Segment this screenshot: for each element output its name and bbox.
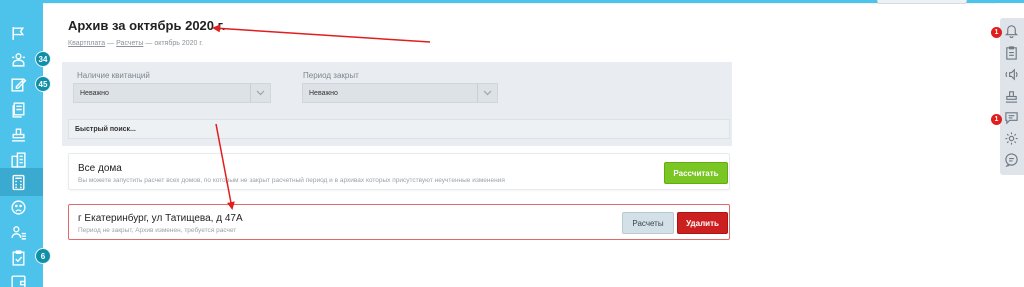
clipboard-check-icon[interactable] [10, 249, 27, 266]
top-user-button[interactable] [877, 0, 967, 4]
quick-search-input[interactable]: Быстрый поиск... [68, 119, 730, 139]
sidebar: 34 45 6 [0, 0, 51, 287]
receipts-filter-value: Неважно [80, 89, 109, 97]
breadcrumb-separator: — [145, 40, 153, 47]
clipboard-icon[interactable] [1004, 45, 1019, 60]
chevron-down-icon [477, 84, 497, 102]
sad-face-icon[interactable] [10, 199, 27, 216]
all-houses-title: Все дома [78, 163, 122, 174]
annotation-arrow-title [212, 24, 431, 43]
page-title: Архив за октябрь 2020 г. [68, 18, 226, 33]
calculate-all-button[interactable]: Рассчитать [664, 162, 728, 184]
wallet-icon[interactable] [10, 273, 27, 287]
users-list-icon[interactable] [10, 224, 27, 241]
notifications-badge: 1 [991, 27, 1002, 38]
header-divider [43, 3, 996, 4]
gear-icon[interactable] [1004, 131, 1019, 146]
house-status: Период не закрыт, Архив изменен, требует… [78, 227, 237, 234]
house-delete-button[interactable]: Удалить [677, 212, 728, 234]
sidebar-badge-groups: 34 [35, 51, 51, 67]
bell-icon[interactable] [1004, 23, 1019, 39]
edit-note-icon[interactable] [10, 76, 27, 93]
documents-icon[interactable] [10, 101, 27, 118]
buildings-icon[interactable] [10, 151, 27, 168]
receipts-filter-label: Наличие квитанций [77, 71, 150, 80]
breadcrumb-current: октябрь 2020 г. [154, 40, 203, 47]
sidebar-badge-edit: 45 [35, 76, 51, 92]
stamp-icon[interactable] [1004, 89, 1019, 104]
calculator-icon[interactable] [10, 174, 27, 191]
breadcrumb: Квартплата — Расчеты — октябрь 2020 г. [68, 40, 203, 47]
chat-icon[interactable] [1004, 110, 1019, 125]
sidebar-badge-tasks: 6 [35, 248, 51, 264]
all-houses-card: Все дома Вы можете запустить расчет всех… [68, 153, 730, 190]
breadcrumb-link-raschety[interactable]: Расчеты [116, 40, 143, 47]
flag-icon[interactable] [10, 25, 27, 42]
breadcrumb-link-kvartplata[interactable]: Квартплата [68, 40, 105, 47]
stamp-icon[interactable] [10, 126, 27, 143]
speaker-icon[interactable] [1004, 67, 1019, 82]
house-address[interactable]: г Екатеринбург, ул Татищева, д 47А [78, 213, 243, 224]
breadcrumb-separator: — [107, 40, 115, 47]
support-chat-icon[interactable] [1004, 152, 1019, 168]
house-calculations-button[interactable]: Расчеты [622, 212, 674, 234]
chevron-down-icon [250, 84, 270, 102]
period-filter-label: Период закрыт [303, 71, 359, 80]
period-filter-value: Неважно [309, 89, 338, 97]
messages-badge: 1 [991, 114, 1002, 125]
groups-icon[interactable] [10, 51, 27, 68]
receipts-filter-select[interactable]: Неважно [73, 83, 271, 103]
all-houses-description: Вы можете запустить расчет всех домов, п… [78, 177, 505, 184]
period-filter-select[interactable]: Неважно [302, 83, 498, 103]
